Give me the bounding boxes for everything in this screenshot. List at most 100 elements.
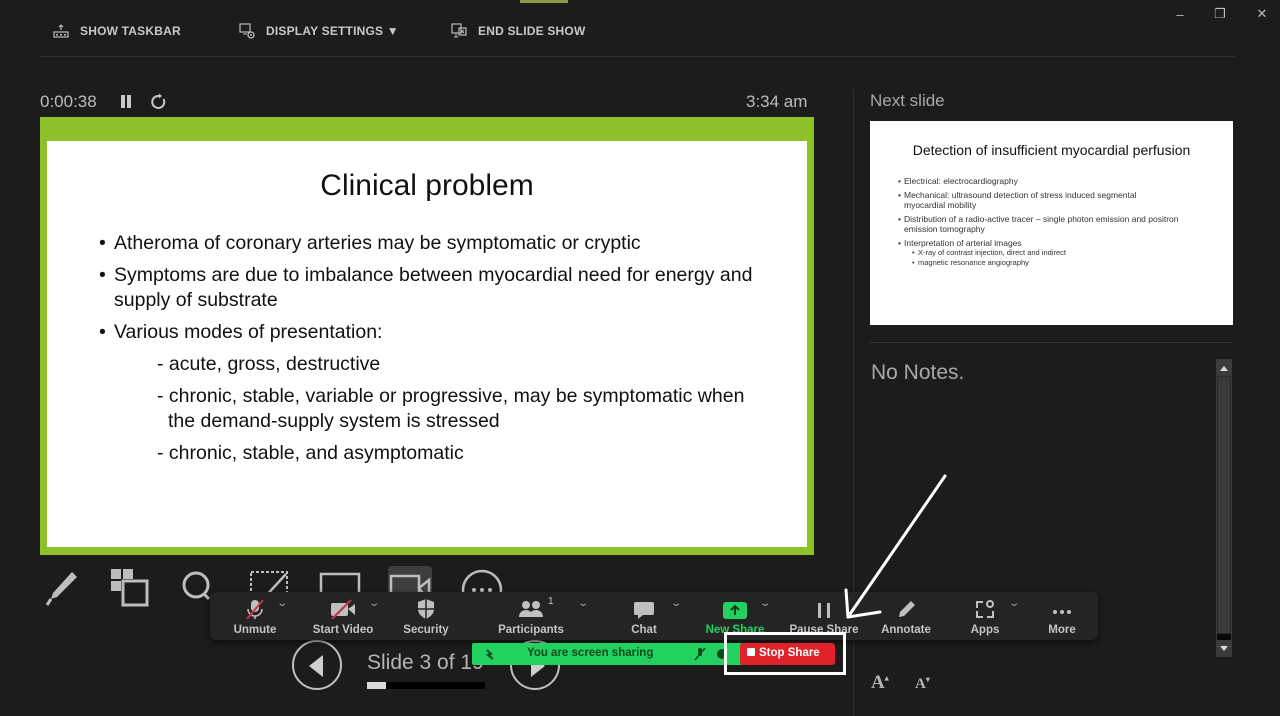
apps-label: Apps: [970, 624, 1000, 636]
pause-timer-icon[interactable]: [120, 95, 132, 109]
start-video-label: Start Video: [312, 624, 374, 636]
stop-share-label: Stop Share: [759, 647, 820, 659]
display-settings-icon: [239, 23, 255, 39]
more-button[interactable]: More: [1044, 592, 1080, 640]
next-slide-bullet: Electrical: electrocardiography: [898, 176, 1218, 187]
see-all-slides-button[interactable]: [108, 566, 152, 610]
slides-grid-icon: [111, 569, 149, 607]
apps-icon: [976, 600, 994, 618]
participants-label: Participants: [498, 624, 564, 636]
minimize-button[interactable]: –: [1170, 6, 1190, 22]
banner-mic-muted-icon[interactable]: [694, 647, 706, 661]
close-icon: ✕: [1256, 6, 1268, 21]
presenter-view: SHOW TASKBAR DISPLAY SETTINGS ▼ END SLID…: [0, 0, 1280, 716]
next-slide-label: Next slide: [870, 91, 945, 110]
pause-share-button[interactable]: Pause Share: [788, 592, 860, 640]
next-slide-bullet: Interpretation of arterial images: [898, 238, 1218, 249]
new-share-button[interactable]: New Share: [702, 592, 768, 640]
show-taskbar-button[interactable]: SHOW TASKBAR: [52, 22, 181, 40]
elapsed-timer: 0:00:38: [40, 92, 97, 111]
unmute-button[interactable]: Unmute: [228, 592, 282, 640]
restore-icon: ❐: [1214, 6, 1226, 21]
slide-bullet: Atheroma of coronary arteries may be sym…: [99, 231, 779, 256]
chat-label: Chat: [631, 624, 657, 636]
pause-share-label: Pause Share: [789, 624, 859, 636]
show-taskbar-label: SHOW TASKBAR: [80, 24, 181, 38]
speaker-notes: No Notes.: [871, 361, 965, 384]
previous-slide-button[interactable]: [292, 640, 342, 690]
slide-counter: Slide 3 of 19: [367, 651, 484, 674]
security-label: Security: [403, 624, 449, 636]
decrease-font-icon[interactable]: A▾: [915, 675, 930, 693]
next-slide-bullet: Mechanical: ultrasound detection of stre…: [898, 190, 1178, 211]
chat-caret[interactable]: ⌄: [670, 598, 682, 609]
scroll-down-icon[interactable]: [1217, 640, 1231, 656]
video-options-caret[interactable]: ⌄: [368, 598, 380, 609]
minimize-icon: –: [1176, 6, 1184, 22]
muted-mic-icon: [246, 599, 264, 620]
chat-icon: [634, 602, 654, 619]
more-label: More: [1048, 624, 1076, 636]
more-dots-icon: [1053, 610, 1071, 614]
slide-bullet: Symptoms are due to imbalance between my…: [99, 263, 779, 313]
pen-icon: [45, 572, 77, 606]
current-time: 3:34 am: [746, 92, 808, 111]
annotate-button[interactable]: Annotate: [876, 592, 936, 640]
end-slide-show-label: END SLIDE SHOW: [478, 24, 586, 38]
presenter-toolbar: SHOW TASKBAR DISPLAY SETTINGS ▼ END SLID…: [0, 0, 1280, 56]
stop-share-button[interactable]: Stop Share: [740, 643, 835, 665]
next-slide-title: Detection of insufficient myocardial per…: [912, 142, 1191, 158]
participants-count: 1: [548, 596, 554, 607]
notes-scrollbar[interactable]: [1216, 359, 1232, 657]
display-settings-button[interactable]: DISPLAY SETTINGS ▼: [238, 22, 399, 40]
slide-sub-item: - acute, gross, destructive: [157, 353, 381, 375]
slide-sub-item: - chronic, stable, variable or progressi…: [157, 385, 745, 432]
audio-options-caret[interactable]: ⌄: [276, 598, 288, 609]
end-show-icon: [451, 23, 467, 38]
chat-button[interactable]: Chat: [624, 592, 664, 640]
end-slide-show-button[interactable]: END SLIDE SHOW: [450, 22, 585, 40]
next-slide-sub-item: X-ray of contrast injection, direct and …: [898, 248, 1218, 258]
share-screen-icon: [723, 602, 747, 619]
meeting-toolbar: Unmute ⌄ Start Video ⌄ Security Particip…: [210, 592, 1098, 640]
shield-icon: [418, 599, 434, 619]
participants-button[interactable]: Participants: [496, 592, 566, 640]
scroll-thumb[interactable]: [1218, 377, 1230, 633]
close-button[interactable]: ✕: [1252, 6, 1272, 22]
security-button[interactable]: Security: [400, 592, 452, 640]
slide-bullet: Various modes of presentation:: [99, 320, 779, 345]
pen-tool-button[interactable]: [40, 566, 84, 610]
new-share-label: New Share: [705, 624, 765, 636]
screen-sharing-banner[interactable]: You are screen sharing: [472, 643, 742, 665]
taskbar-icon: [53, 24, 69, 38]
slide-title: Clinical problem: [320, 169, 534, 202]
drag-handle-icon[interactable]: [484, 648, 496, 660]
notes-divider: [870, 342, 1233, 343]
slide-body: Atheroma of coronary arteries may be sym…: [99, 231, 779, 473]
apps-button[interactable]: Apps: [968, 592, 1002, 640]
participants-icon: [519, 601, 543, 617]
slide-sub-item: - chronic, stable, and asymptomatic: [157, 442, 464, 464]
annotate-label: Annotate: [881, 624, 931, 636]
next-slide-sub-item: magnetic resonance angiography: [898, 258, 1218, 268]
pause-icon: [818, 603, 830, 618]
window-indicator: [520, 0, 568, 3]
next-slide-preview[interactable]: Detection of insufficient myocardial per…: [870, 121, 1233, 325]
slide-progress-bar: [367, 682, 485, 689]
next-slide-body: Electrical: electrocardiography Mechanic…: [898, 176, 1218, 267]
share-options-caret[interactable]: ⌄: [759, 598, 771, 609]
banner-security-icon[interactable]: [716, 648, 728, 660]
apps-caret[interactable]: ⌄: [1008, 598, 1020, 609]
participants-caret[interactable]: ⌄: [577, 598, 589, 609]
scroll-up-icon[interactable]: [1217, 360, 1231, 376]
toolbar-divider: [40, 56, 1235, 57]
current-slide-frame: Clinical problem Atheroma of coronary ar…: [40, 117, 814, 555]
video-off-icon: [331, 599, 355, 620]
restart-timer-icon[interactable]: [150, 93, 168, 111]
display-settings-label: DISPLAY SETTINGS ▼: [266, 24, 399, 38]
restore-button[interactable]: ❐: [1210, 6, 1230, 22]
increase-font-icon[interactable]: A▴: [871, 672, 889, 694]
next-slide-bullet: Distribution of a radio-active tracer – …: [898, 214, 1198, 235]
slide-progress-fill: [367, 682, 386, 689]
current-slide[interactable]: Clinical problem Atheroma of coronary ar…: [47, 141, 807, 547]
